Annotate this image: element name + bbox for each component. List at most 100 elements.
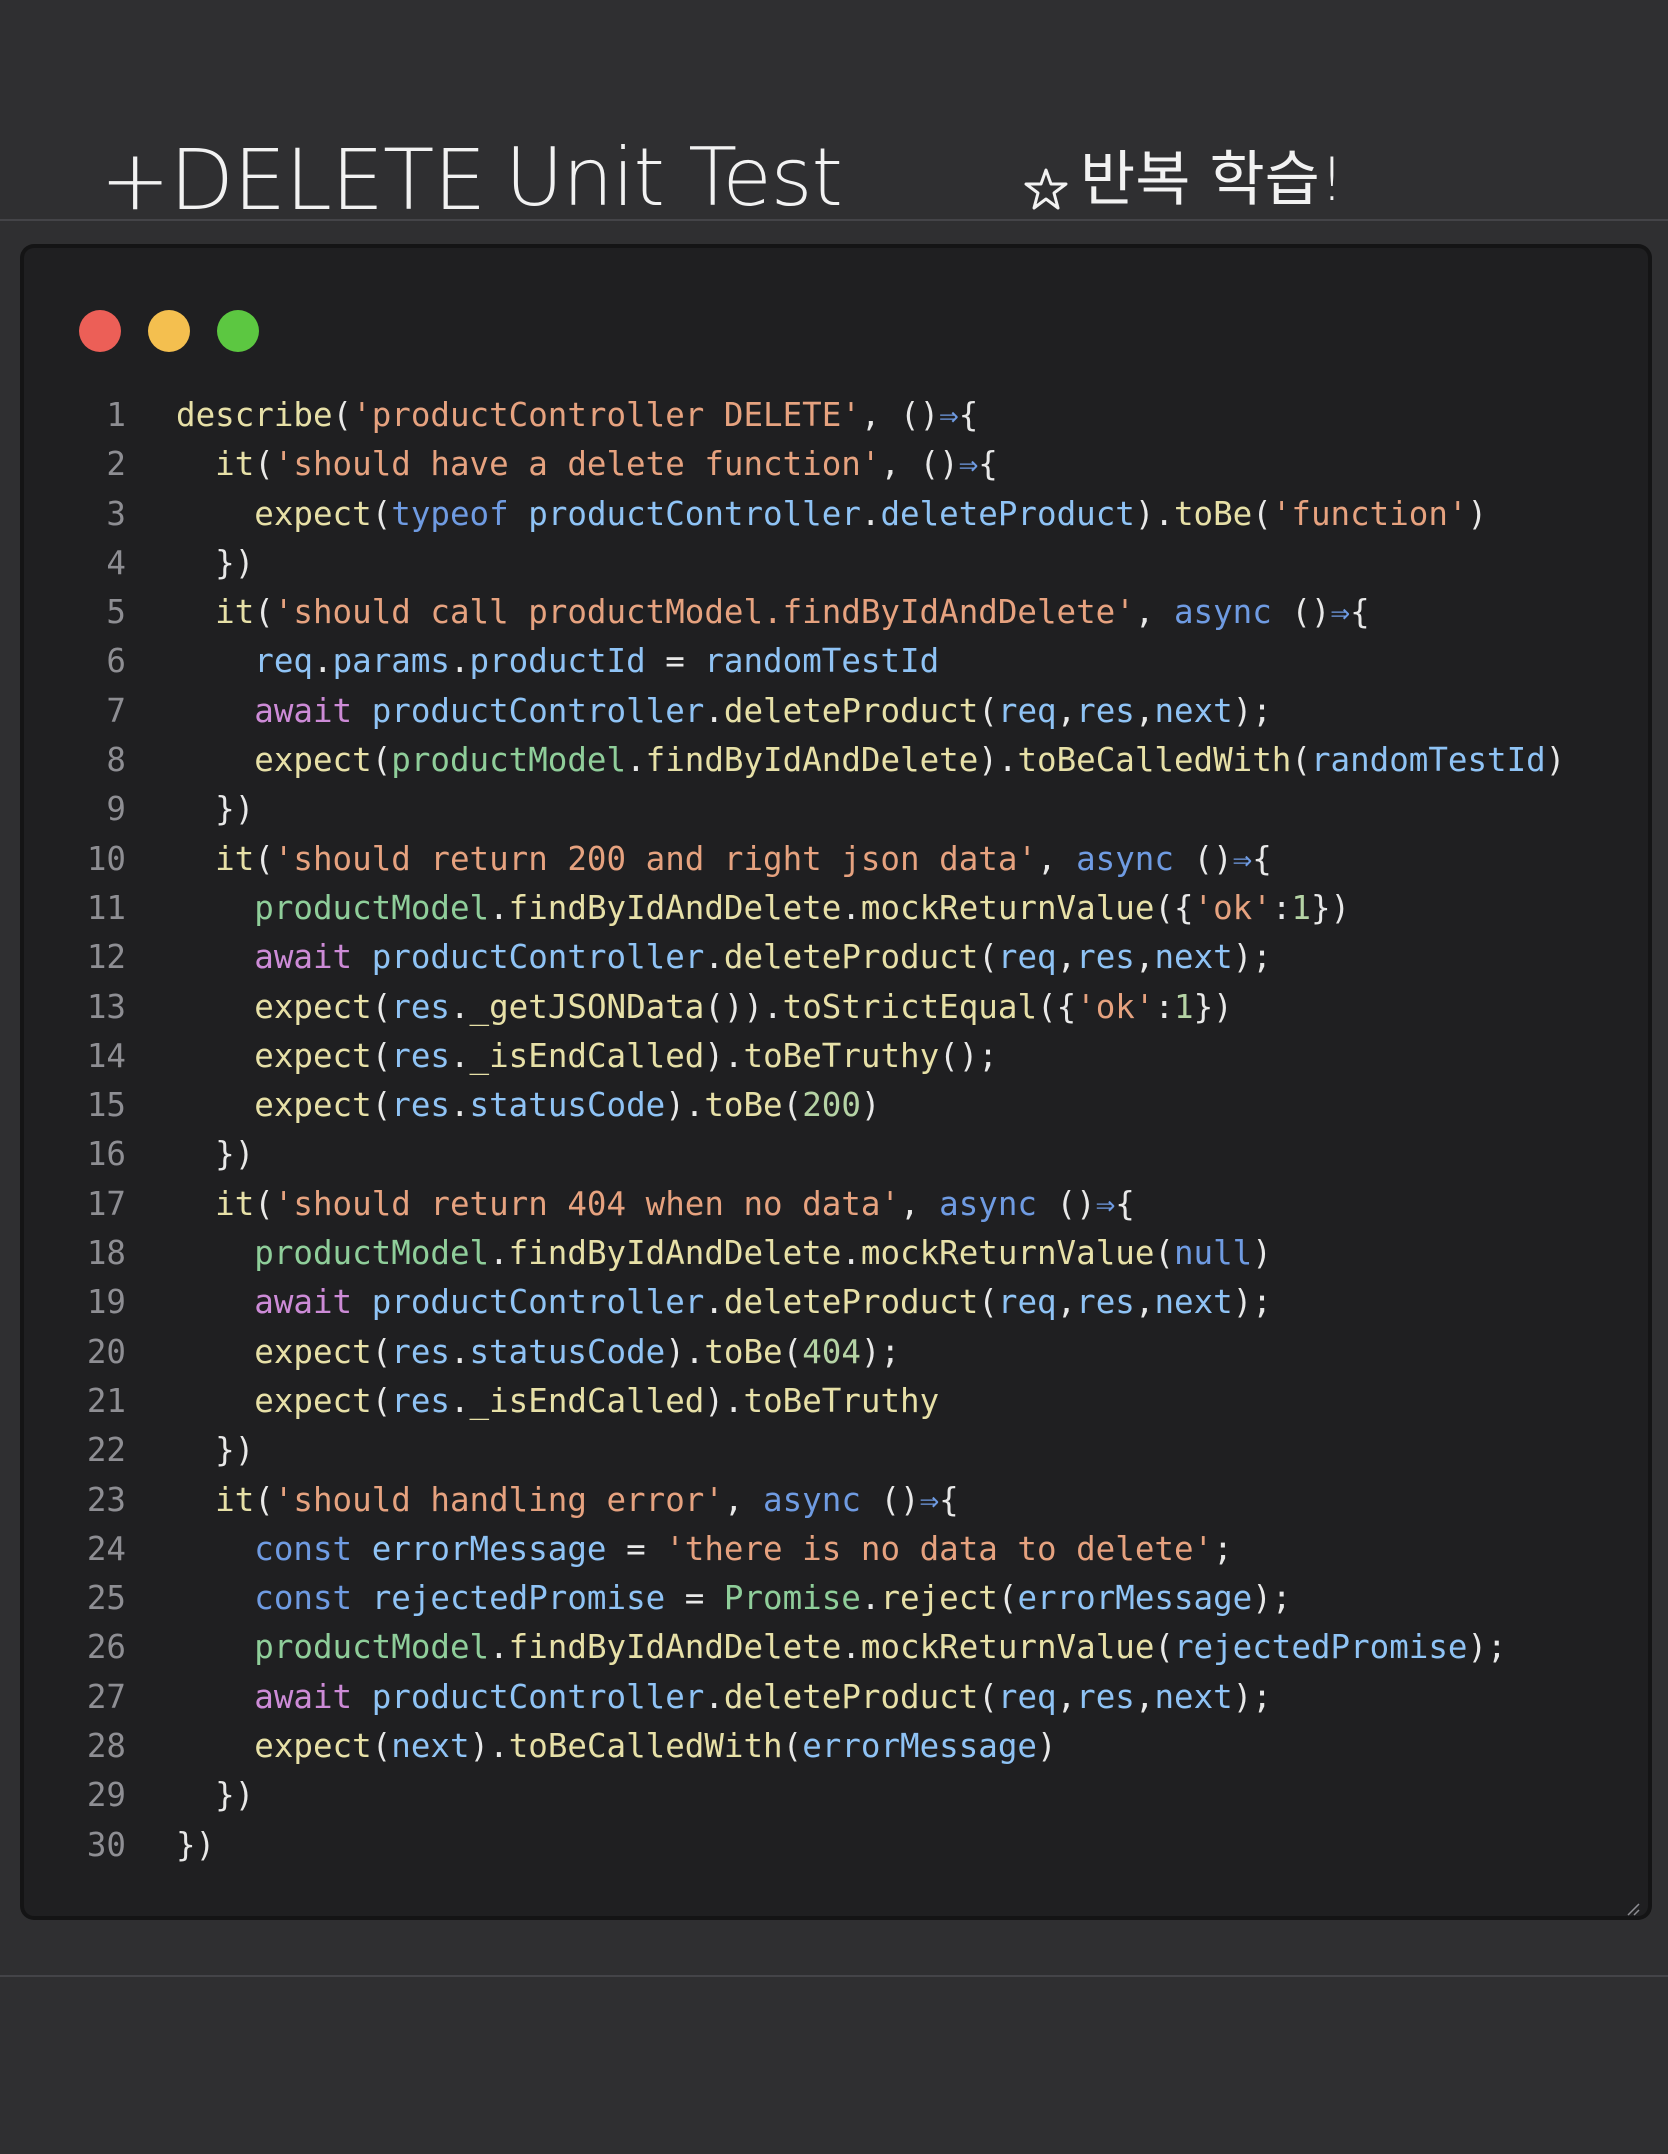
code-token: ( (1154, 1234, 1174, 1273)
code-token: ( (254, 593, 274, 632)
code-token: { (1115, 1184, 1135, 1223)
line-number: 10 (86, 839, 126, 878)
code-token: toBeTruthy (743, 1036, 940, 1075)
code-text: productModel.findByIdAndDelete.mockRetur… (176, 1229, 1272, 1278)
code-token: ); (1232, 1677, 1272, 1716)
code-line: 5 it('should call productModel.findByIdA… (0, 588, 1668, 637)
line-number: 17 (86, 1184, 126, 1223)
code-text: it('should return 404 when no data', asy… (176, 1180, 1135, 1229)
code-token: , (1134, 1677, 1155, 1716)
line-number: 19 (86, 1283, 126, 1322)
code-line: 27 await productController.deleteProduct… (0, 1673, 1668, 1722)
code-token: 1 (1174, 987, 1194, 1026)
code-token: typeof (391, 494, 509, 533)
line-number: 5 (106, 593, 126, 632)
code-token: rejectedPromise (371, 1579, 666, 1618)
code-token: , (1056, 691, 1077, 730)
code-token: randomTestId (1310, 741, 1546, 780)
code-token: . (841, 1234, 861, 1273)
code-token: : (1154, 987, 1175, 1026)
code-text: it('should handling error', async ()⇒{ (176, 1476, 959, 1525)
code-token: ). (665, 1332, 705, 1371)
handwritten-note: 반복 학습! (1080, 150, 1344, 210)
code-token: req (997, 1283, 1057, 1322)
code-token: ( (371, 987, 392, 1026)
code-line: 29 }) (0, 1771, 1668, 1820)
code-line: 22 }) (0, 1426, 1668, 1475)
line-number: 6 (106, 642, 126, 681)
code-token: toStrictEqual (782, 987, 1038, 1026)
code-line: 28 expect(next).toBeCalledWith(errorMess… (0, 1722, 1668, 1771)
code-token: toBe (704, 1332, 783, 1371)
code-line: 30}) (0, 1821, 1668, 1870)
code-token: , (1056, 1677, 1077, 1716)
code-block: 1 describe('productController DELETE', ()… (0, 391, 1668, 1870)
maximize-button[interactable] (217, 310, 259, 352)
code-token: ⇒ (939, 396, 959, 434)
code-token: 'should call productModel.findByIdAndDel… (273, 593, 1135, 632)
code-token: ⇒ (919, 1480, 940, 1519)
code-token: ({ (1154, 888, 1194, 927)
code-token: () (919, 445, 959, 484)
code-token: ); (1232, 691, 1272, 730)
code-text: it('should return 200 and right json dat… (176, 835, 1272, 884)
code-token: expect (254, 1727, 372, 1766)
code-line: 8 expect(productModel.findByIdAndDelete)… (0, 736, 1668, 785)
line-number: 30 (86, 1825, 126, 1864)
code-token: deleteProduct (723, 938, 979, 977)
line-number: 3 (106, 494, 126, 533)
code-token: { (1350, 593, 1370, 632)
code-line: 23 it('should handling error', async ()⇒… (0, 1476, 1668, 1525)
code-token: ). (469, 1727, 509, 1766)
code-token: . (704, 691, 724, 730)
minimize-button[interactable] (148, 310, 190, 352)
code-line: 25 const rejectedPromise = Promise.rejec… (0, 1574, 1668, 1623)
code-token: ( (978, 1283, 998, 1322)
code-token: ( (254, 445, 274, 484)
code-token: ) (860, 1086, 881, 1125)
code-token: findByIdAndDelete (508, 1628, 842, 1667)
code-line: 18 productModel.findByIdAndDelete.mockRe… (0, 1229, 1668, 1278)
resize-grip-icon[interactable] (1626, 1902, 1640, 1916)
code-token: . (312, 642, 333, 681)
code-token: productController (371, 691, 705, 730)
code-token: res (1076, 691, 1135, 730)
code-token: ). (665, 1086, 705, 1125)
code-token: . (449, 1381, 470, 1420)
code-token: ( (997, 1579, 1018, 1618)
line-number: 23 (86, 1480, 126, 1519)
code-token: . (860, 1579, 881, 1618)
code-token: = (606, 1529, 666, 1568)
close-button[interactable] (79, 310, 121, 352)
code-token: () (1173, 839, 1233, 878)
code-token: statusCode (469, 1086, 666, 1125)
code-token: expect (254, 987, 372, 1026)
code-token: }) (176, 1431, 255, 1470)
code-token: ( (1291, 741, 1311, 780)
code-line: 4 }) (0, 539, 1668, 588)
code-token: productModel (254, 1234, 490, 1273)
code-token: ( (978, 938, 998, 977)
code-token: , (900, 1184, 940, 1223)
code-line: 21 expect(res._isEndCalled).toBeTruthy (0, 1377, 1668, 1426)
line-number: 7 (106, 691, 126, 730)
code-token: null (1173, 1234, 1253, 1273)
code-text: const rejectedPromise = Promise.reject(e… (176, 1574, 1291, 1623)
code-line: 16 }) (0, 1130, 1668, 1179)
code-line: 17 it('should return 404 when no data', … (0, 1180, 1668, 1229)
code-token: . (449, 1332, 470, 1371)
code-text: req.params.productId = randomTestId (176, 637, 939, 686)
code-line: 13 expect(res._getJSONData()).toStrictEq… (0, 983, 1668, 1032)
code-token: async (1076, 839, 1174, 878)
code-line: 6 req.params.productId = randomTestId (0, 637, 1668, 686)
code-text: }) (176, 1426, 254, 1475)
